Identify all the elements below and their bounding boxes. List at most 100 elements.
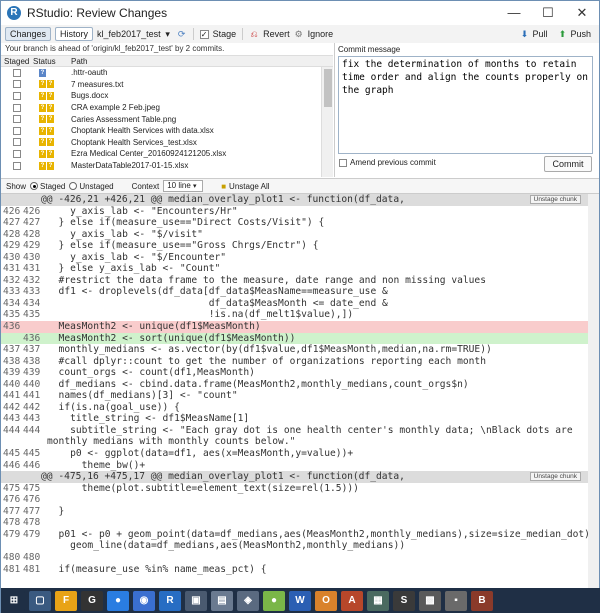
revert-button[interactable]: Revert: [263, 29, 290, 39]
diff-line[interactable]: geom_line(data=df_medians,aes(MeasMonth2…: [1, 540, 599, 552]
context-select[interactable]: 10 line ▾: [163, 180, 204, 192]
diff-line[interactable]: 433 433 df1 <- droplevels(df_data[df_data…: [1, 286, 599, 298]
staged-checkbox[interactable]: [13, 161, 21, 170]
pull-button[interactable]: ⬇ Pull: [519, 29, 548, 39]
diff-line[interactable]: 430 430 y_axis_lab <- "$/Encounter": [1, 252, 599, 264]
staged-checkbox[interactable]: [13, 91, 21, 100]
staged-checkbox[interactable]: [13, 138, 21, 147]
staged-radio[interactable]: [30, 182, 39, 190]
file-row[interactable]: ?? Choptank Health Services with data.xls…: [1, 125, 321, 137]
diff-line[interactable]: 444 444 subtitle_string <- "Each gray dot…: [1, 425, 599, 437]
diff-line-removed[interactable]: 436 MeasMonth2 <- unique(df1$MeasMonth): [1, 321, 599, 333]
diff-line[interactable]: 446 446 theme_bw()+: [1, 460, 599, 472]
diff-line[interactable]: 441 441 names(df_medians)[3] <- "count": [1, 390, 599, 402]
taskbar-app-icon[interactable]: O: [315, 591, 337, 611]
diff-line-added[interactable]: 436 MeasMonth2 <- sort(unique(df1$MeasMo…: [1, 332, 599, 345]
taskbar-app-icon[interactable]: ▢: [29, 591, 51, 611]
push-button[interactable]: ⬆ Push: [557, 29, 591, 39]
diff-line[interactable]: 439 439 count_orgs <- count(df1,MeasMonth…: [1, 367, 599, 379]
commit-button[interactable]: Commit: [544, 156, 592, 172]
taskbar-app-icon[interactable]: ▣: [185, 591, 207, 611]
diff-line[interactable]: 475 475 theme(plot.subtitle=element_text(…: [1, 483, 599, 495]
staged-checkbox[interactable]: [13, 68, 21, 77]
diff-line[interactable]: 480 480: [1, 552, 599, 564]
file-row[interactable]: ? .httr-oauth: [1, 67, 321, 79]
taskbar-app-icon[interactable]: W: [289, 591, 311, 611]
diff-line[interactable]: 429 429 } else if(measure_use=="Gross Chr…: [1, 240, 599, 252]
diff-line[interactable]: 438 438 #call dplyr::count to get the num…: [1, 356, 599, 368]
taskbar-app-icon[interactable]: ▦: [367, 591, 389, 611]
tab-history[interactable]: History: [55, 27, 94, 41]
file-row[interactable]: ?? Ezra Medical Center_20160924121205.xls…: [1, 148, 321, 160]
refresh-icon[interactable]: ⟳: [177, 29, 187, 39]
header-status[interactable]: Status: [33, 56, 56, 67]
diff-line[interactable]: 432 432 #restrict the data frame to the m…: [1, 275, 599, 287]
taskbar-app-icon[interactable]: ◈: [237, 591, 259, 611]
diff-line[interactable]: 443 443 title_string <- df1$MeasName[1]: [1, 413, 599, 425]
unstage-chunk-button[interactable]: Unstage chunk: [529, 472, 581, 482]
diff-line[interactable]: 431 431 } else y_axis_lab <- "Count": [1, 263, 599, 275]
diff-line[interactable]: 481 481 if(measure_use %in% name_meas_pct…: [1, 564, 599, 576]
taskbar-app-icon[interactable]: ▪: [445, 591, 467, 611]
taskbar-app-icon[interactable]: ●: [263, 591, 285, 611]
amend-checkbox[interactable]: [339, 158, 347, 167]
ignore-button[interactable]: Ignore: [308, 29, 334, 39]
header-staged[interactable]: Staged: [4, 56, 29, 67]
file-row[interactable]: ?? 7 measures.txt: [1, 79, 321, 91]
diff-line[interactable]: 445 445 p0 <- ggplot(data=df1, aes(x=Meas…: [1, 448, 599, 460]
status-icon: ?: [39, 103, 46, 112]
diff-line[interactable]: 428 428 y_axis_lab <- "$/visit": [1, 229, 599, 241]
scrollbar-thumb[interactable]: [324, 69, 332, 107]
diff-line[interactable]: 434 434 df_data$MeasMonth <= date_end &: [1, 298, 599, 310]
diff-line[interactable]: 440 440 df_medians <- cbind.data.frame(Me…: [1, 379, 599, 391]
taskbar-app-icon[interactable]: B: [471, 591, 493, 611]
taskbar-app-icon[interactable]: ▩: [419, 591, 441, 611]
taskbar-app-icon[interactable]: ⊞: [3, 591, 25, 611]
diff-line[interactable]: 479 479 p01 <- p0 + geom_point(data=df_me…: [1, 529, 599, 541]
taskbar-app-icon[interactable]: ◉: [133, 591, 155, 611]
header-path[interactable]: Path: [71, 56, 87, 67]
diff-line[interactable]: 426 426 y_axis_lab <- "Encounters/Hr": [1, 206, 599, 218]
staged-checkbox[interactable]: [13, 115, 21, 124]
diff-line[interactable]: 427 427 } else if(measure_use=="Direct Co…: [1, 217, 599, 229]
taskbar-app-icon[interactable]: ●: [107, 591, 129, 611]
diff-scrollbar[interactable]: [588, 194, 599, 588]
taskbar-app-icon[interactable]: R: [159, 591, 181, 611]
taskbar-app-icon[interactable]: G: [81, 591, 103, 611]
taskbar-app-icon[interactable]: A: [341, 591, 363, 611]
file-row[interactable]: ?? Bugs.docx: [1, 90, 321, 102]
diff-hunk-header[interactable]: @@ -426,21 +426,21 @@ median_overlay_plo…: [1, 194, 599, 206]
unstaged-radio[interactable]: [69, 182, 78, 190]
staged-checkbox[interactable]: [13, 149, 21, 158]
file-row[interactable]: ?? Caries Assessment Table.png: [1, 113, 321, 125]
minimize-button[interactable]: —: [497, 1, 531, 25]
branch-selector[interactable]: kl_feb2017_test ▾: [97, 29, 173, 39]
amend-previous-commit[interactable]: Amend previous commit: [339, 158, 436, 167]
file-list-scrollbar[interactable]: [321, 67, 333, 177]
diff-line[interactable]: 478 478: [1, 517, 599, 529]
diff-line[interactable]: 435 435 !is.na(df_melt1$value),]): [1, 309, 599, 321]
taskbar-app-icon[interactable]: S: [393, 591, 415, 611]
staged-checkbox[interactable]: [13, 80, 21, 89]
close-button[interactable]: ✕: [565, 1, 599, 25]
unstage-all-button[interactable]: Unstage All: [229, 182, 269, 191]
unstage-chunk-button[interactable]: Unstage chunk: [529, 195, 581, 204]
taskbar-app-icon[interactable]: F: [55, 591, 77, 611]
pane-divider[interactable]: [334, 43, 335, 177]
staged-checkbox[interactable]: [13, 126, 21, 135]
diff-line[interactable]: 437 437 monthly_medians <- as.vector(by(d…: [1, 344, 599, 356]
commit-message-input[interactable]: fix the determination of months to retai…: [338, 56, 593, 154]
diff-line[interactable]: 476 476: [1, 494, 599, 506]
maximize-button[interactable]: ☐: [531, 1, 565, 25]
diff-line[interactable]: 477 477 }: [1, 506, 599, 518]
diff-hunk-header[interactable]: @@ -475,16 +475,17 @@ median_overlay_plo…: [1, 471, 599, 483]
tab-changes[interactable]: Changes: [5, 27, 52, 41]
diff-line[interactable]: monthly medians with monthly counts belo…: [1, 436, 599, 448]
file-row[interactable]: ?? MasterDataTable2017-01-15.xlsx: [1, 160, 321, 172]
file-row[interactable]: ?? CRA example 2 Feb.jpeg: [1, 102, 321, 114]
stage-button[interactable]: Stage: [213, 29, 237, 39]
staged-checkbox[interactable]: [13, 103, 21, 112]
file-row[interactable]: ?? Choptank Health Services_test.xlsx: [1, 137, 321, 149]
taskbar-app-icon[interactable]: ▤: [211, 591, 233, 611]
diff-line[interactable]: 442 442 if(is.na(goal_use)) {: [1, 402, 599, 414]
